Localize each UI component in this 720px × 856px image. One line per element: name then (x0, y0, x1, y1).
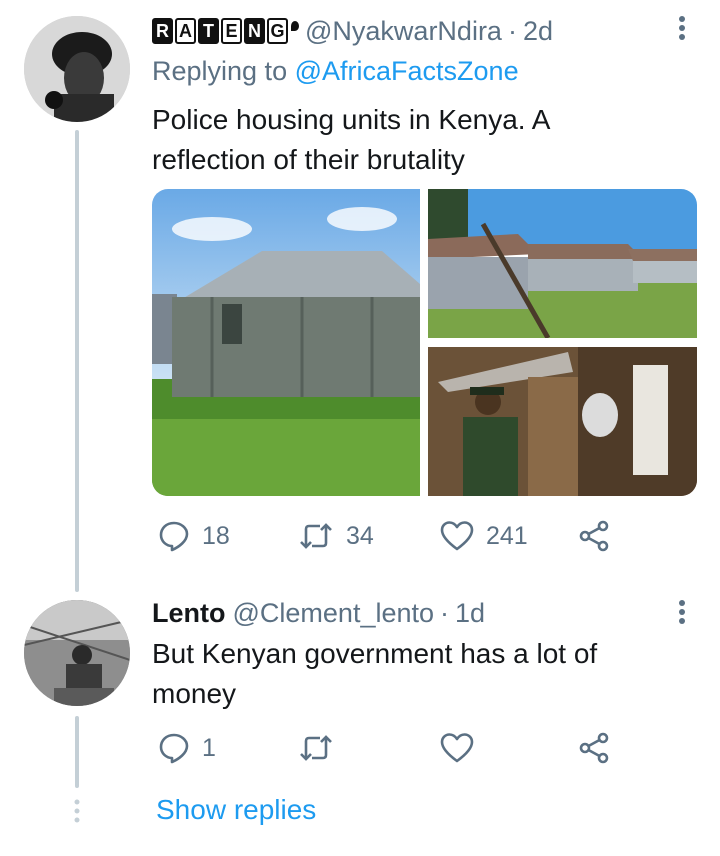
thread-line (75, 716, 79, 788)
reply-text-line: money (152, 678, 237, 709)
heart-icon (440, 733, 474, 763)
more-vertical-icon (679, 600, 685, 624)
media-image-hut[interactable] (152, 189, 420, 496)
reply-reply-count: 1 (202, 733, 216, 762)
brand-mark-icon (291, 21, 299, 31)
brand-letter: A (175, 18, 196, 44)
thread-dots-icon (71, 798, 83, 828)
reply-like-action[interactable] (440, 732, 474, 764)
reply-bubble-icon (159, 521, 189, 552)
dot-separator: · (440, 597, 450, 628)
show-replies-link[interactable]: Show replies (156, 794, 316, 826)
reply-handle[interactable]: @Clement_lento (233, 598, 435, 629)
tweet-header: R A T E N G @NyakwarNdira · 2d (152, 14, 553, 48)
share-icon (579, 732, 609, 764)
retweet-action[interactable]: 34 (298, 520, 374, 552)
replying-label: Replying to (152, 56, 288, 86)
reply-reply-action[interactable]: 1 (158, 732, 216, 764)
tweet-time[interactable]: 2d (523, 16, 553, 47)
dot-separator: · (507, 15, 517, 46)
brand-letter: T (198, 18, 219, 44)
tweet-text-line: Police housing units in Kenya. A (152, 104, 551, 135)
retweet-icon (300, 523, 332, 549)
brand-letter: E (221, 18, 242, 44)
retweet-icon (300, 735, 332, 761)
heart-icon (440, 521, 474, 551)
reply-share-button[interactable] (578, 732, 610, 769)
reply-more-options-button[interactable] (672, 598, 692, 628)
like-action[interactable]: 241 (440, 520, 528, 552)
reply-bubble-icon (159, 733, 189, 764)
replying-handle-link[interactable]: @AfricaFactsZone (295, 56, 519, 86)
share-icon (579, 520, 609, 552)
brand-letter: N (244, 18, 265, 44)
media-grid (152, 189, 697, 496)
more-options-button[interactable] (672, 14, 692, 44)
media-image-row-houses[interactable] (428, 189, 697, 338)
share-button[interactable] (578, 520, 610, 557)
avatar-lento[interactable] (24, 600, 130, 706)
reply-action[interactable]: 18 (158, 520, 230, 552)
tweet-text: Police housing units in Kenya. A reflect… (152, 100, 550, 180)
tweet-handle[interactable]: @NyakwarNdira (305, 16, 502, 47)
brand-letter: G (267, 18, 288, 44)
reply-header: Lento @Clement_lento · 1d (152, 596, 485, 630)
more-vertical-icon (679, 16, 685, 40)
reply-text: But Kenyan government has a lot of money (152, 634, 597, 714)
replying-to: Replying to @AfricaFactsZone (152, 56, 519, 87)
thread-line (75, 130, 79, 592)
tweet-text-line: reflection of their brutality (152, 144, 465, 175)
brand-logo[interactable]: R A T E N G (152, 18, 305, 44)
media-image-officer-shack[interactable] (428, 347, 697, 496)
retweet-count: 34 (346, 521, 374, 550)
reply-text-line: But Kenyan government has a lot of (152, 638, 598, 669)
like-count: 241 (486, 521, 528, 550)
reply-time[interactable]: 1d (455, 598, 485, 629)
reply-retweet-action[interactable] (298, 732, 334, 764)
reply-author-name[interactable]: Lento (152, 598, 226, 629)
avatar-nyakwarndira[interactable] (24, 16, 130, 122)
reply-count: 18 (202, 521, 230, 550)
brand-letter: R (152, 18, 173, 44)
